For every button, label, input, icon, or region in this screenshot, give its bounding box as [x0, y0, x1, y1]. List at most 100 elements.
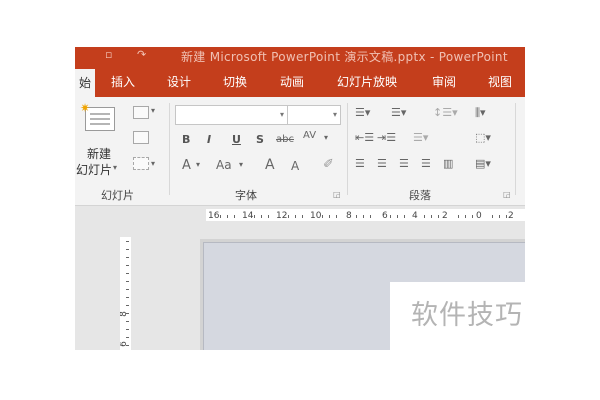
- ruler-tick: 2: [442, 211, 448, 221]
- strikethrough-button[interactable]: abc: [276, 134, 294, 145]
- font-size-combo[interactable]: ▾: [287, 105, 341, 125]
- ruler-minor-tick: [126, 305, 129, 306]
- ruler-minor-tick: [126, 273, 129, 274]
- justify-icon[interactable]: ☰: [421, 157, 431, 170]
- ruler-tick: 8: [346, 211, 352, 221]
- window-title: 新建 Microsoft PowerPoint 演示文稿.pptx - Powe…: [181, 50, 508, 64]
- ruler-minor-tick: [397, 215, 398, 218]
- new-slide-label-line2: 幻灯片: [76, 163, 113, 177]
- ruler-minor-tick: [254, 215, 255, 218]
- ruler-minor-tick: [288, 215, 289, 218]
- tab-view[interactable]: 视图: [488, 73, 512, 90]
- redo-icon[interactable]: ↷: [137, 48, 146, 61]
- underline-button[interactable]: U: [232, 133, 241, 146]
- font-name-combo[interactable]: ▾: [175, 105, 288, 125]
- ruler-minor-tick: [492, 215, 493, 218]
- tab-review[interactable]: 审阅: [432, 73, 456, 90]
- increase-indent-icon[interactable]: ⇥☰: [377, 131, 396, 144]
- ruler-minor-tick: [295, 215, 296, 218]
- reset-icon[interactable]: [133, 131, 149, 144]
- ruler-tick: 4: [412, 211, 418, 221]
- ruler-minor-tick: [126, 297, 129, 298]
- decrease-indent-icon[interactable]: ⇤☰: [355, 131, 374, 144]
- line-spacing-icon[interactable]: ↕☰▾: [433, 106, 458, 119]
- ruler-minor-tick: [126, 337, 129, 338]
- watermark-text: 软件技巧: [390, 282, 525, 350]
- change-case-button[interactable]: Aa: [216, 158, 232, 172]
- bullets-icon[interactable]: ☰▾: [355, 106, 370, 119]
- tab-animations[interactable]: 动画: [280, 73, 304, 90]
- ruler-minor-tick: [506, 215, 507, 218]
- title-bar: ▫ ↷ 新建 Microsoft PowerPoint 演示文稿.pptx - …: [75, 47, 525, 65]
- ruler-minor-tick: [336, 215, 337, 218]
- vertical-ruler: 8 6 4: [120, 237, 131, 350]
- grow-font-button[interactable]: A: [265, 157, 275, 173]
- ruler-tick: 14: [242, 211, 254, 221]
- ruler-minor-tick: [458, 215, 459, 218]
- columns-icon[interactable]: ☰▾: [413, 131, 428, 144]
- shadow-button[interactable]: S: [256, 133, 264, 146]
- ruler-minor-tick: [126, 241, 129, 242]
- ruler-minor-tick: [126, 313, 129, 314]
- align-right-icon[interactable]: ☰: [399, 157, 409, 170]
- ruler-tick: 10: [310, 211, 322, 221]
- paragraph-group-label: 段落: [409, 189, 431, 202]
- numbering-icon[interactable]: ☰▾: [391, 106, 406, 119]
- ruler-minor-tick: [356, 215, 357, 218]
- section-icon[interactable]: [133, 157, 149, 170]
- ruler-minor-tick: [370, 215, 371, 218]
- horizontal-ruler: 16 14 12 10 8 6 4 2 0 2: [206, 209, 525, 221]
- tab-home[interactable]: 始: [75, 69, 95, 97]
- align-center-icon[interactable]: ☰: [377, 157, 387, 170]
- italic-button[interactable]: I: [207, 133, 211, 146]
- ruler-minor-tick: [126, 329, 129, 330]
- ruler-minor-tick: [404, 215, 405, 218]
- ruler-minor-tick: [126, 345, 129, 346]
- bold-button[interactable]: B: [182, 133, 190, 146]
- save-icon[interactable]: ▫: [105, 48, 112, 61]
- smartart-icon[interactable]: ▤▾: [475, 157, 491, 170]
- slides-group-label: 幻灯片: [101, 189, 134, 202]
- ruler-minor-tick: [126, 265, 129, 266]
- chevron-down-icon: ▾: [113, 163, 118, 172]
- align-left-icon[interactable]: ☰: [355, 157, 365, 170]
- clear-formatting-icon[interactable]: ✐: [323, 157, 334, 172]
- char-spacing-button[interactable]: AV: [303, 130, 316, 141]
- ruler-minor-tick: [126, 257, 129, 258]
- tab-slideshow[interactable]: 幻灯片放映: [337, 73, 397, 90]
- align-text-icon[interactable]: ⬚▾: [475, 131, 491, 144]
- ruler-minor-tick: [126, 321, 129, 322]
- font-dialog-launcher-icon[interactable]: ◲: [333, 190, 341, 199]
- tab-transitions[interactable]: 切换: [223, 73, 247, 90]
- ruler-minor-tick: [227, 215, 228, 218]
- ruler-minor-tick: [438, 215, 439, 218]
- ruler-minor-tick: [424, 215, 425, 218]
- new-slide-label-line1: 新建: [87, 147, 112, 161]
- chevron-down-icon: ▾: [196, 160, 201, 169]
- shrink-font-button[interactable]: A: [291, 159, 299, 173]
- ruler-minor-tick: [302, 215, 303, 218]
- ruler-tick: 2: [508, 211, 514, 221]
- layout-icon[interactable]: [133, 106, 149, 119]
- ruler-tick: 6: [120, 341, 129, 347]
- ruler-minor-tick: [431, 215, 432, 218]
- font-color-button[interactable]: A: [182, 158, 191, 173]
- paragraph-dialog-launcher-icon[interactable]: ◲: [503, 190, 511, 199]
- ruler-minor-tick: [268, 215, 269, 218]
- ruler-minor-tick: [363, 215, 364, 218]
- font-group-label: 字体: [235, 189, 257, 202]
- tab-insert[interactable]: 插入: [111, 73, 135, 90]
- ruler-minor-tick: [220, 215, 221, 218]
- ruler-minor-tick: [465, 215, 466, 218]
- chevron-down-icon: ▾: [151, 106, 156, 115]
- distributed-icon[interactable]: ▥: [443, 157, 453, 170]
- ruler-tick: 16: [208, 211, 220, 221]
- ribbon-tab-bar: 始 插入 设计 切换 动画 幻灯片放映 审阅 视图: [75, 65, 525, 97]
- text-direction-icon[interactable]: ⫼▾: [475, 106, 486, 120]
- ruler-minor-tick: [126, 249, 129, 250]
- ruler-minor-tick: [234, 215, 235, 218]
- ruler-minor-tick: [126, 289, 129, 290]
- ruler-tick: 6: [382, 211, 388, 221]
- ruler-tick: 0: [476, 211, 482, 221]
- tab-design[interactable]: 设计: [167, 73, 191, 90]
